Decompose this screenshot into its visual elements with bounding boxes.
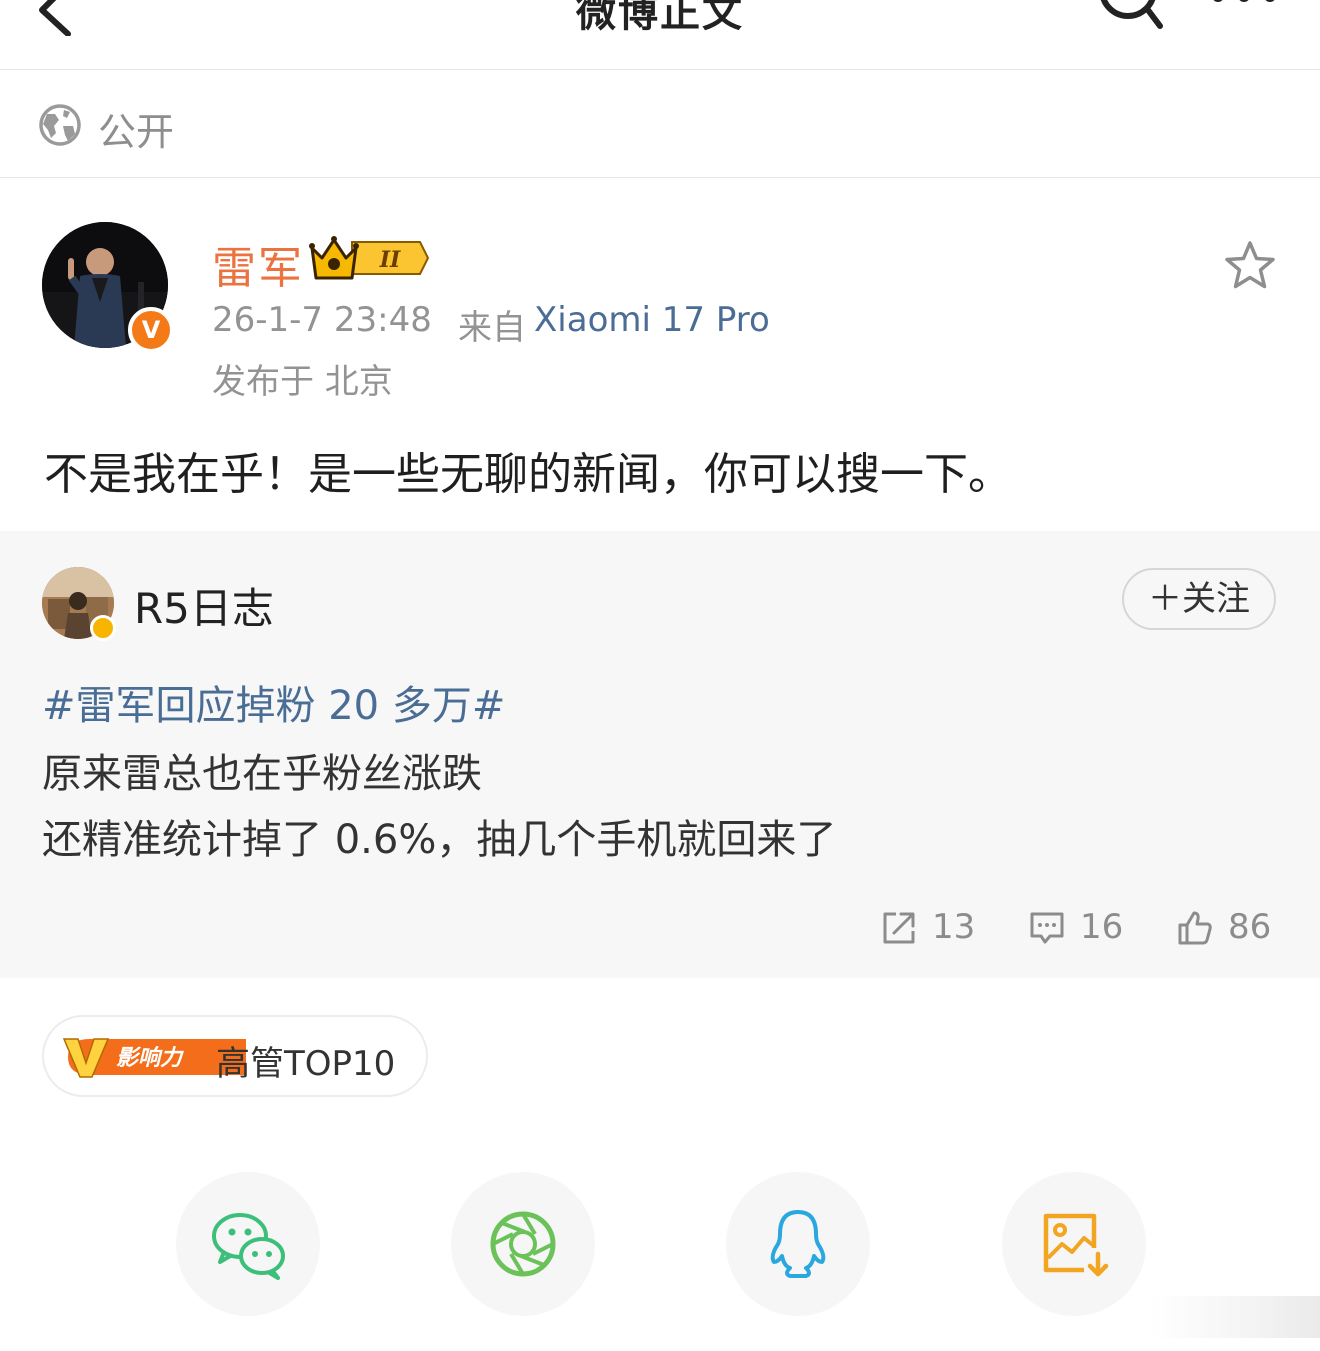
save-image-icon: [1043, 1213, 1109, 1277]
influence-rank-text: 高管TOP10: [216, 1044, 396, 1084]
repost-author-name[interactable]: R5日志: [134, 575, 274, 636]
like-count: 86: [1228, 907, 1272, 947]
visibility-row: 公开: [0, 71, 1320, 178]
crown-level-text: II: [379, 247, 401, 273]
qq-icon: [770, 1210, 826, 1278]
reposted-weibo-card[interactable]: R5日志 ＋关注 #雷军回应掉粉 20 多万# 原来雷总也在乎粉丝涨跌 还精准统…: [0, 531, 1320, 978]
thumbs-up-icon: [1178, 911, 1212, 945]
follow-button[interactable]: ＋关注: [1122, 568, 1276, 630]
repost-verified-badge: [90, 615, 116, 641]
post-body-text: 不是我在乎！是一些无聊的新闻，你可以搜一下。: [44, 449, 1012, 500]
source-label: 来自: [458, 308, 526, 348]
search-icon[interactable]: [1092, 0, 1166, 38]
crown-level-badge[interactable]: II: [308, 234, 430, 282]
repost-text-line: 原来雷总也在乎粉丝涨跌: [42, 751, 482, 797]
top-nav-bar: 微博正文: [0, 0, 1320, 70]
share-moments-button[interactable]: [451, 1172, 595, 1316]
influence-badge-text: 影响力: [116, 1046, 184, 1071]
share-wechat-button[interactable]: [176, 1172, 320, 1316]
influence-ranking-pill[interactable]: 影响力 高管TOP10: [42, 1015, 428, 1097]
post-timestamp: 26-1-7 23:48: [212, 300, 432, 340]
repost-text-line: 还精准统计掉了 0.6%，抽几个手机就回来了: [42, 817, 837, 863]
repost-count: 13: [932, 907, 976, 947]
globe-icon: [39, 104, 81, 146]
visibility-label: 公开: [98, 110, 175, 154]
moments-icon: [490, 1211, 556, 1277]
scroll-fade-overlay: [1150, 1296, 1320, 1338]
like-count-button[interactable]: 86: [1176, 907, 1286, 951]
favorite-star-icon[interactable]: [1222, 238, 1278, 294]
post-location: 发布于 北京: [212, 362, 393, 402]
comment-count-button[interactable]: 16: [1028, 907, 1128, 951]
repost-hashtag-link[interactable]: #雷军回应掉粉 20 多万#: [42, 673, 505, 731]
comment-count: 16: [1080, 907, 1124, 947]
wechat-icon: [212, 1213, 285, 1280]
author-name[interactable]: 雷军: [212, 232, 304, 296]
share-repost-icon: [883, 912, 915, 944]
save-image-button[interactable]: [1002, 1172, 1146, 1316]
more-options-icon[interactable]: [1208, 0, 1282, 10]
source-device-link[interactable]: Xiaomi 17 Pro: [534, 300, 770, 340]
verified-badge: V: [128, 307, 174, 353]
weibo-post-page: 微博正文 公开 V 雷军 II 26-1-7 23:48 来自 Xiaomi 1…: [0, 0, 1320, 1351]
repost-count-button[interactable]: 13: [880, 907, 980, 951]
comment-icon: [1030, 912, 1064, 944]
share-qq-button[interactable]: [726, 1172, 870, 1316]
